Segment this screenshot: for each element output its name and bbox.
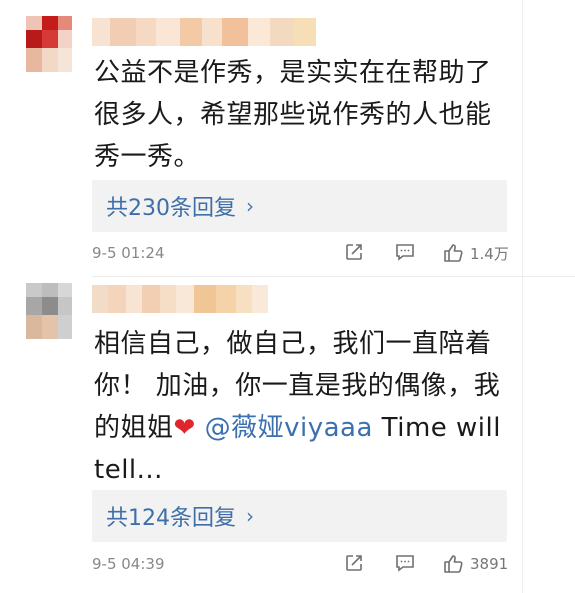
- comment-item-2: 相信自己，做自己，我们一直陪着你！ 加油，你一直是我的偶像，我的姐姐❤ @薇娅v…: [0, 277, 575, 593]
- chevron-right-icon: ›: [246, 194, 254, 218]
- avatar-pixel: [42, 315, 58, 339]
- avatar-pixel: [26, 315, 42, 339]
- share-button[interactable]: [344, 553, 364, 573]
- username-pixel: [176, 285, 194, 313]
- username-blurred[interactable]: [92, 285, 268, 313]
- avatar-pixel: [42, 297, 58, 315]
- username-pixel: [110, 18, 136, 46]
- username-pixel: [252, 285, 268, 313]
- replies-count-label: 共124条回复: [106, 506, 236, 531]
- avatar-pixel: [58, 30, 72, 48]
- comment-icon: [396, 244, 414, 261]
- replies-count-label: 共230条回复: [106, 196, 236, 221]
- avatar-pixel: [42, 48, 58, 72]
- username-pixel: [136, 18, 156, 46]
- username-pixel: [216, 285, 236, 313]
- username-pixel: [126, 285, 142, 313]
- avatar-pixel: [58, 16, 72, 30]
- username-pixel: [142, 285, 160, 313]
- comment-meta: 9-5 01:24 1.4万: [92, 242, 512, 266]
- username-pixel: [202, 18, 222, 46]
- share-icon: [346, 555, 362, 571]
- thumbs-up-icon: [444, 555, 463, 573]
- avatar-pixel: [26, 48, 42, 72]
- comment-icon: [396, 555, 414, 572]
- username-blurred[interactable]: [92, 18, 316, 46]
- avatar[interactable]: [26, 16, 72, 72]
- avatar-pixel: [42, 30, 58, 48]
- username-pixel: [270, 18, 294, 46]
- avatar-pixel: [26, 297, 42, 315]
- avatar-pixel: [58, 315, 72, 339]
- like-button[interactable]: 1.4万: [442, 242, 509, 264]
- share-icon: [346, 244, 362, 260]
- username-pixel: [222, 18, 248, 46]
- username-pixel: [248, 18, 270, 46]
- thumbs-up-icon: [444, 244, 463, 262]
- username-pixel: [92, 285, 108, 313]
- username-pixel: [108, 285, 126, 313]
- avatar-pixel: [42, 283, 58, 297]
- like-button[interactable]: 3891: [442, 553, 508, 575]
- mention-link[interactable]: @薇娅viyaaa: [205, 413, 373, 443]
- heart-emoji: ❤: [173, 413, 196, 443]
- username-pixel: [92, 18, 110, 46]
- comment-text: 公益不是作秀，是实实在在帮助了很多人，希望那些说作秀的人也能秀一秀。: [94, 58, 492, 172]
- avatar-pixel: [58, 283, 72, 297]
- avatar-pixel: [26, 283, 42, 297]
- avatar-pixel: [26, 30, 42, 48]
- view-replies-button[interactable]: 共230条回复 ›: [92, 180, 507, 232]
- avatar-pixel: [42, 16, 58, 30]
- avatar-pixel: [26, 16, 42, 30]
- username-pixel: [294, 18, 316, 46]
- username-pixel: [236, 285, 252, 313]
- like-count: 1.4万: [470, 244, 509, 263]
- comment-timestamp: 9-5 04:39: [92, 555, 165, 573]
- username-pixel: [156, 18, 180, 46]
- comment-reply-button[interactable]: [394, 242, 416, 262]
- comment-meta: 9-5 04:39 3891: [92, 553, 512, 577]
- avatar-pixel: [58, 48, 72, 72]
- view-replies-button[interactable]: 共124条回复 ›: [92, 490, 507, 542]
- avatar-pixel: [58, 297, 72, 315]
- comment-text: 相信自己，做自己，我们一直陪着你！ 加油，你一直是我的偶像，我的姐姐❤ @薇娅v…: [94, 323, 514, 491]
- avatar[interactable]: [26, 283, 72, 339]
- share-button[interactable]: [344, 242, 364, 262]
- like-count: 3891: [470, 555, 509, 573]
- comment-reply-button[interactable]: [394, 553, 416, 573]
- username-pixel: [160, 285, 176, 313]
- username-pixel: [194, 285, 216, 313]
- comment-timestamp: 9-5 01:24: [92, 244, 165, 262]
- comment-item-1: 公益不是作秀，是实实在在帮助了很多人，希望那些说作秀的人也能秀一秀。 共230条…: [0, 0, 575, 276]
- chevron-right-icon: ›: [246, 504, 254, 528]
- username-pixel: [180, 18, 202, 46]
